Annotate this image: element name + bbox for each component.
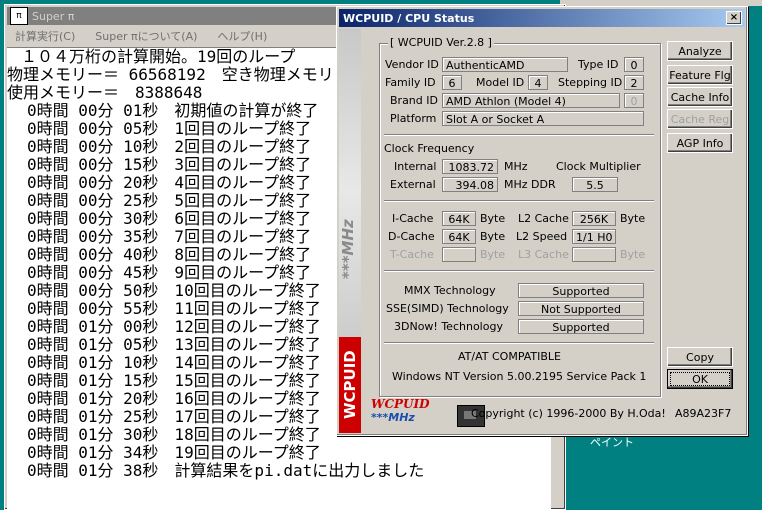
platform-field: Slot A or Socket A [442, 111, 644, 126]
group-title: [ WCPUID Ver.2.8 ] [388, 36, 494, 49]
cache-info-button[interactable]: Cache Info [667, 87, 733, 107]
l2cache-field: 256K [572, 211, 616, 226]
logo-text: WCPUID [371, 397, 430, 411]
external-unit: MHz DDR [504, 178, 556, 191]
icache-field: 64K [442, 211, 476, 226]
stepping-id-label: Stepping ID [558, 76, 623, 89]
menu-help[interactable]: ヘルプ(H) [217, 28, 267, 44]
clock-frequency-label: Clock Frequency [384, 142, 475, 155]
l3cache-label: L3 Cache [518, 248, 569, 261]
3dnow-label: 3DNow! Technology [394, 320, 503, 333]
l2cache-label: L2 Cache [518, 212, 569, 225]
dcache-field: 64K [442, 229, 476, 244]
multiplier-field: 5.5 [572, 177, 618, 192]
icache-unit: Byte [480, 212, 506, 225]
agp-info-button[interactable]: AGP Info [667, 133, 733, 153]
type-id-field: 0 [624, 57, 644, 72]
tcache-unit: Byte [480, 248, 506, 261]
feature-flag-button[interactable]: Feature Flg [667, 65, 733, 85]
serial-text: A89A23F7 [675, 407, 732, 420]
clock-multiplier-label: Clock Multiplier [556, 160, 641, 173]
external-label: External [390, 178, 436, 191]
internal-unit: MHz [504, 160, 528, 173]
tcache-label: T-Cache [390, 248, 434, 261]
dcache-unit: Byte [480, 230, 506, 243]
logo-mhz-text: ***MHz [371, 411, 415, 424]
brand-id-label: Brand ID [390, 94, 438, 107]
analyze-button[interactable]: Analyze [667, 41, 733, 61]
os-text: Windows NT Version 5.00.2195 Service Pac… [392, 370, 647, 383]
wcpuid-logo: WCPUID ***MHz [371, 397, 459, 427]
separator [384, 342, 654, 344]
sidebar-brand-logo: WCPUID [339, 337, 361, 433]
dcache-label: D-Cache [388, 230, 435, 243]
3dnow-field: Supported [518, 319, 644, 334]
l2cache-unit: Byte [620, 212, 646, 225]
l3cache-unit: Byte [620, 248, 646, 261]
internal-label: Internal [394, 160, 437, 173]
mmx-label: MMX Technology [404, 284, 496, 297]
desktop-paint-label[interactable]: ペイント [590, 434, 634, 450]
cache-reg-button[interactable]: Cache Reg [667, 109, 733, 129]
separator [384, 270, 654, 272]
cpu-info-group: [ WCPUID Ver.2.8 ] Vendor ID AuthenticAM… [379, 36, 661, 397]
wcpuid-window: WCPUID / CPU Status × ***MHz WCPUID [ WC… [336, 6, 748, 436]
menu-calculate[interactable]: 計算実行(C) [15, 28, 75, 44]
vendor-id-field: AuthenticAMD [442, 57, 568, 72]
mmx-field: Supported [518, 283, 644, 298]
l2speed-field: 1/1 H0 [572, 229, 616, 244]
l3cache-field [572, 247, 616, 262]
family-id-field: 6 [442, 75, 462, 90]
superpi-title: Super π [32, 9, 75, 23]
ok-button[interactable]: OK [667, 369, 733, 389]
superpi-app-icon: π [10, 7, 28, 25]
copyright-text: Copyright (c) 1996-2000 By H.Oda! [471, 407, 666, 420]
sse-field: Not Supported [518, 301, 644, 316]
icache-label: I-Cache [392, 212, 434, 225]
tcache-field [442, 247, 476, 262]
compat-text: AT/AT COMPATIBLE [458, 350, 562, 363]
wcpuid-sidebar: ***MHz WCPUID [339, 29, 361, 433]
family-id-label: Family ID [385, 76, 436, 89]
separator [384, 134, 654, 136]
platform-label: Platform [390, 112, 437, 125]
sidebar-mhz-logo: ***MHz [339, 219, 357, 279]
menu-about[interactable]: Super πについて(A) [95, 28, 197, 44]
external-freq-field: 394.08 [442, 177, 498, 192]
sse-label: SSE(SIMD) Technology [386, 302, 509, 315]
model-id-field: 4 [528, 75, 548, 90]
brand-id-number-field: 0 [624, 93, 644, 108]
vendor-id-label: Vendor ID [385, 58, 439, 71]
type-id-label: Type ID [578, 58, 619, 71]
l2speed-label: L2 Speed [516, 230, 568, 243]
wcpuid-title: WCPUID / CPU Status [343, 11, 475, 25]
brand-id-field: AMD Athlon (Model 4) [442, 93, 620, 108]
copy-button[interactable]: Copy [667, 347, 733, 367]
stepping-id-field: 2 [624, 75, 644, 90]
wcpuid-titlebar[interactable]: WCPUID / CPU Status × [339, 9, 745, 27]
output-loop-line: 0時間 01分 34秒 19回目のループ終了 [27, 443, 321, 462]
model-id-label: Model ID [476, 76, 525, 89]
separator [384, 200, 654, 202]
internal-freq-field: 1083.72 [442, 159, 498, 174]
output-loop-line: 0時間 01分 38秒 計算結果をpi.datに出力しました [27, 461, 425, 480]
close-button[interactable]: × [726, 11, 742, 25]
